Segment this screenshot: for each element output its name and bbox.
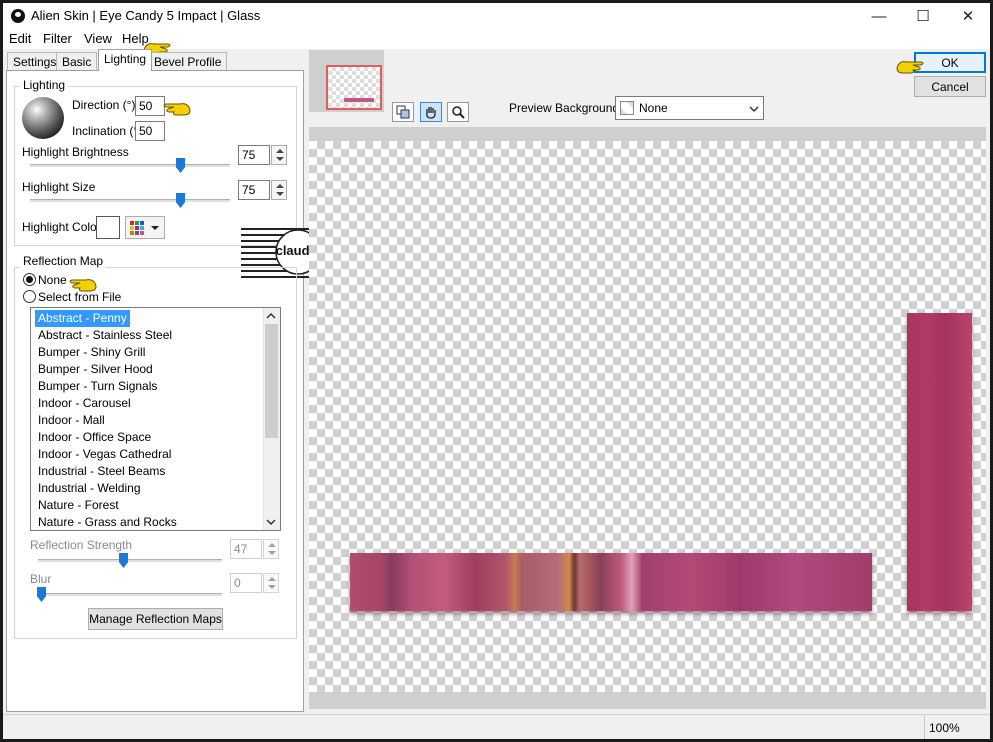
status-bar: 100% [3,714,990,739]
preview-glass-bar-horizontal [350,553,872,611]
reflection-none-radio[interactable] [23,273,36,286]
list-item[interactable]: Industrial - Welding [35,480,144,497]
hand-tool-button[interactable] [420,102,442,122]
preview-top-strip [309,127,986,141]
list-item[interactable]: Indoor - Carousel [35,395,134,412]
preview-glass-bar-vertical [907,313,972,611]
navigator-thumbnail[interactable] [326,65,382,110]
tab-bevel-profile[interactable]: Bevel Profile [148,52,228,70]
chevron-down-icon[interactable] [266,518,276,526]
lighting-group-label: Lighting [20,78,69,92]
direction-label: Direction (°) [72,98,136,112]
menu-filter[interactable]: Filter [43,31,72,46]
reflection-none-label: None [38,273,67,287]
window-title: Alien Skin | Eye Candy 5 Impact | Glass [31,8,261,23]
highlight-size-spinner[interactable] [271,180,287,200]
highlight-size-track [30,199,230,202]
cancel-button[interactable]: Cancel [914,76,986,97]
app-icon [11,9,25,23]
manage-reflection-maps-button[interactable]: Manage Reflection Maps [88,608,223,630]
pointer-hand-icon [896,61,924,74]
list-item[interactable]: Nature - Forest [35,497,122,514]
list-item[interactable]: Abstract - Penny [35,310,130,327]
highlight-brightness-spinner[interactable] [271,145,287,165]
list-item[interactable]: Indoor - Office Space [35,429,154,446]
reflection-strength-input[interactable]: 47 [230,539,262,559]
menu-edit[interactable]: Edit [9,31,31,46]
blur-label: Blur [30,572,52,586]
reflection-file-radio[interactable] [23,290,36,303]
chevron-up-icon[interactable] [266,312,276,320]
reflection-map-group-label: Reflection Map [20,254,107,268]
transparency-icon [620,101,634,115]
highlight-size-input[interactable]: 75 [238,180,270,200]
inclination-label: Inclination (°) [72,124,143,138]
preview-background-value: None [639,101,668,115]
preview-bottom-strip [309,692,986,709]
maximize-button[interactable]: ☐ [900,3,946,29]
list-item[interactable]: Nature - Grass and Rocks [35,514,180,530]
palette-grid-icon [130,220,144,235]
list-item[interactable]: Abstract - Stainless Steel [35,327,175,344]
reflection-strength-spinner[interactable] [263,539,279,559]
list-item[interactable]: Indoor - Mall [35,412,108,429]
reflection-strength-track [38,559,222,562]
blur-track [38,593,222,596]
highlight-brightness-label: Highlight Brightness [22,145,129,159]
title-bar: Alien Skin | Eye Candy 5 Impact | Glass … [3,3,990,29]
reflection-map-list[interactable]: Abstract - Penny Abstract - Stainless St… [30,307,281,531]
preview-background-label: Preview Background: [509,101,623,115]
reflection-strength-label: Reflection Strength [30,538,133,552]
close-button[interactable]: ✕ [945,3,991,29]
highlight-color-label: Highlight Color [22,220,101,234]
pointer-hand-icon [163,103,191,116]
zoom-level: 100% [929,721,960,735]
highlight-size-label: Highlight Size [22,180,96,194]
compare-icon [396,105,410,119]
chevron-down-icon [151,225,159,230]
list-item[interactable]: Bumper - Shiny Grill [35,344,148,361]
hand-icon [426,107,436,119]
magnifier-icon [452,106,465,119]
zoom-tool-button[interactable] [447,102,469,122]
menu-view[interactable]: View [84,31,112,46]
minimize-button[interactable]: — [856,3,902,29]
inclination-input[interactable]: 50 [135,121,165,141]
tab-lighting[interactable]: Lighting [98,49,153,71]
chevron-down-icon [749,106,759,113]
list-item[interactable]: Indoor - Vegas Cathedral [35,446,174,463]
light-direction-sphere[interactable] [22,97,64,139]
scrollbar-thumb[interactable] [265,324,278,438]
list-item[interactable]: Industrial - Steel Beams [35,463,168,480]
compare-tool-button[interactable] [392,102,414,122]
list-item[interactable]: Bumper - Turn Signals [35,378,160,395]
highlight-brightness-track [30,164,230,167]
reflection-file-label: Select from File [38,290,122,304]
highlight-brightness-input[interactable]: 75 [238,145,270,165]
list-item[interactable]: Bumper - Silver Hood [35,361,156,378]
tab-basic[interactable]: Basic [56,52,98,70]
preview-background-select[interactable]: None [615,96,764,120]
tab-settings[interactable]: Settings [7,52,63,70]
color-picker-button[interactable] [125,216,165,239]
highlight-color-swatch[interactable] [96,216,120,239]
blur-spinner[interactable] [263,573,279,593]
blur-input[interactable]: 0 [230,573,262,593]
